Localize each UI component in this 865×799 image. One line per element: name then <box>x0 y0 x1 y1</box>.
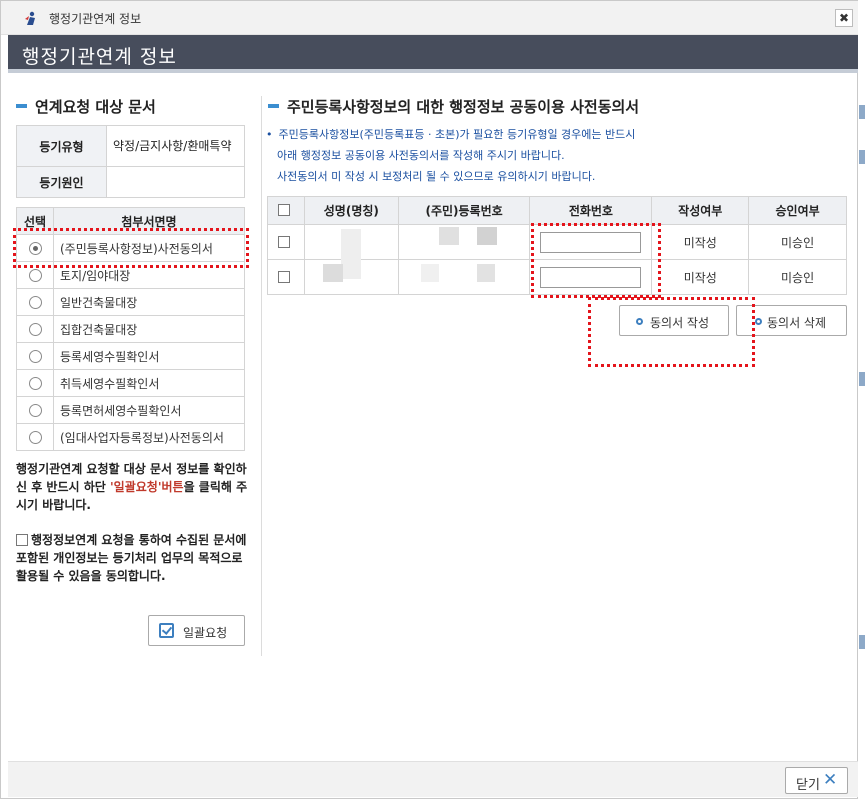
circle-icon <box>636 318 643 325</box>
doc-radio[interactable] <box>28 350 42 363</box>
circle-icon <box>755 318 762 325</box>
delete-consent-label: 동의서 삭제 <box>767 316 827 330</box>
table-row[interactable]: 등록세영수필확인서 <box>16 342 245 370</box>
consent-checkbox[interactable] <box>16 533 28 546</box>
background-edge-mark <box>859 635 865 649</box>
consent-text: 행정정보연계 요청을 통하여 수집된 문서에 포함된 개인정보는 등기처리 업무… <box>16 533 247 583</box>
dialog-footer <box>8 761 858 797</box>
doc-radio[interactable] <box>28 242 42 255</box>
column-header-select: 선택 <box>16 207 54 235</box>
close-icon[interactable]: ✖ <box>835 9 853 27</box>
doc-name: 취득세영수필확인서 <box>53 369 245 397</box>
info-label: 등기원인 <box>16 166 107 198</box>
section-bar-icon <box>268 103 279 108</box>
doc-name: 등록세영수필확인서 <box>53 342 245 370</box>
window-title: 행정기관연계 정보 <box>49 12 142 26</box>
document-table: 선택 첨부서면명 (주민등록사항정보)사전동의서 토지/임야대장 일반건축물대장… <box>16 207 245 451</box>
section-bar-icon <box>16 103 27 108</box>
redacted-block <box>421 264 439 282</box>
doc-name: (주민등록사항정보)사전동의서 <box>53 234 245 262</box>
info-label: 등기유형 <box>16 125 107 167</box>
checkbox-icon <box>159 623 174 638</box>
redacted-block <box>477 264 495 282</box>
bulk-request-label: 일괄요청 <box>183 626 228 640</box>
info-line: 사전동의서 미 작성 시 보정처리 될 수 있으므로 유의하시기 바랍니다. <box>277 170 596 183</box>
row-checkbox[interactable] <box>278 270 291 283</box>
cell-reg-no <box>397 224 531 260</box>
column-header-phone: 전화번호 <box>529 196 653 225</box>
background-edge-mark <box>859 372 865 386</box>
page-header: 행정기관연계 정보 <box>8 35 858 73</box>
table-row[interactable]: (임대사업자등록정보)사전동의서 <box>16 423 245 451</box>
cell-approved: 미승인 <box>748 224 847 260</box>
info-line: 아래 행정정보 공동이용 사전동의서를 작성해 주시기 바랍니다. <box>277 149 565 162</box>
column-header-name: 성명(명칭) <box>303 196 399 225</box>
redacted-block <box>439 227 459 245</box>
background-edge-mark <box>859 150 865 164</box>
title-bar: 행정기관연계 정보 ✖ <box>1 1 859 35</box>
cell-written: 미작성 <box>651 224 750 260</box>
cell-reg-no <box>397 259 531 295</box>
right-section-title: 주민등록사항정보의 대한 행정정보 공동이용 사전동의서 <box>268 96 639 117</box>
doc-name: 일반건축물대장 <box>53 288 245 316</box>
row-checkbox[interactable] <box>278 235 291 248</box>
write-consent-label: 동의서 작성 <box>650 316 710 330</box>
column-header-written: 작성여부 <box>651 196 750 225</box>
doc-radio[interactable] <box>28 269 42 282</box>
phone-input[interactable] <box>540 266 642 288</box>
bulk-request-button[interactable]: 일괄요청 <box>148 615 245 646</box>
select-all-checkbox[interactable] <box>278 204 291 216</box>
doc-radio[interactable] <box>28 323 42 336</box>
redacted-block <box>477 227 497 245</box>
info-line: 주민등록사항정보(주민등록표등 · 초본)가 필요한 등기유형일 경우에는 반드… <box>278 128 636 141</box>
table-row[interactable]: (주민등록사항정보)사전동의서 <box>16 234 245 262</box>
cell-approved: 미승인 <box>748 259 847 295</box>
doc-name: 토지/임야대장 <box>53 261 245 289</box>
doc-name: 집합건축물대장 <box>53 315 245 343</box>
table-row[interactable]: 토지/임야대장 <box>16 261 245 289</box>
doc-radio[interactable] <box>28 404 42 417</box>
column-divider <box>261 96 262 656</box>
redacted-block <box>323 264 343 282</box>
phone-input[interactable] <box>540 231 642 253</box>
app-logo-icon <box>25 11 35 25</box>
table-row[interactable]: 등록면허세영수필확인서 <box>16 396 245 424</box>
redacted-block <box>341 229 361 279</box>
close-button[interactable]: 닫기 ✕ <box>785 767 848 794</box>
background-edge <box>858 0 865 799</box>
column-header-reg-no: (주민)등록번호 <box>397 196 531 225</box>
doc-name: (임대사업자등록정보)사전동의서 <box>53 423 245 451</box>
write-consent-button[interactable]: 동의서 작성 <box>619 305 729 336</box>
cell-written: 미작성 <box>651 259 750 295</box>
request-note: 행정기관연계 요청할 대상 문서 정보를 확인하신 후 반드시 하단 '일괄요청… <box>16 460 248 514</box>
doc-radio[interactable] <box>28 431 42 444</box>
page-title: 행정기관연계 정보 <box>22 46 177 68</box>
consent-info: • 주민등록사항정보(주민등록표등 · 초본)가 필요한 등기유형일 경우에는 반… <box>266 124 635 187</box>
table-row[interactable]: 취득세영수필확인서 <box>16 369 245 397</box>
registration-info-table: 등기유형 약정/금지사항/환매특약 등기원인 <box>16 125 245 198</box>
left-section-title: 연계요청 대상 문서 <box>16 96 156 117</box>
note-highlight: '일괄요청'버튼 <box>110 480 184 494</box>
doc-radio[interactable] <box>28 377 42 390</box>
info-value: 약정/금지사항/환매특약 <box>106 125 245 167</box>
column-header-approved: 승인여부 <box>748 196 847 225</box>
close-button-label: 닫기 <box>796 778 820 793</box>
dialog-window: 행정기관연계 정보 ✖ 행정기관연계 정보 연계요청 대상 문서 등기유형 약정… <box>0 0 859 799</box>
doc-name: 등록면허세영수필확인서 <box>53 396 245 424</box>
left-section-title-text: 연계요청 대상 문서 <box>35 98 156 116</box>
table-row[interactable]: 집합건축물대장 <box>16 315 245 343</box>
background-edge-mark <box>859 105 865 119</box>
info-value <box>106 166 245 198</box>
doc-radio[interactable] <box>28 296 42 309</box>
consent-block: 행정정보연계 요청을 통하여 수집된 문서에 포함된 개인정보는 등기처리 업무… <box>16 531 248 585</box>
bullet-icon: • <box>266 128 273 141</box>
delete-consent-button[interactable]: 동의서 삭제 <box>736 305 847 336</box>
right-section-title-text: 주민등록사항정보의 대한 행정정보 공동이용 사전동의서 <box>287 98 640 116</box>
close-icon: ✕ <box>823 770 838 790</box>
column-header-doc-name: 첨부서면명 <box>53 207 245 235</box>
table-row[interactable]: 일반건축물대장 <box>16 288 245 316</box>
